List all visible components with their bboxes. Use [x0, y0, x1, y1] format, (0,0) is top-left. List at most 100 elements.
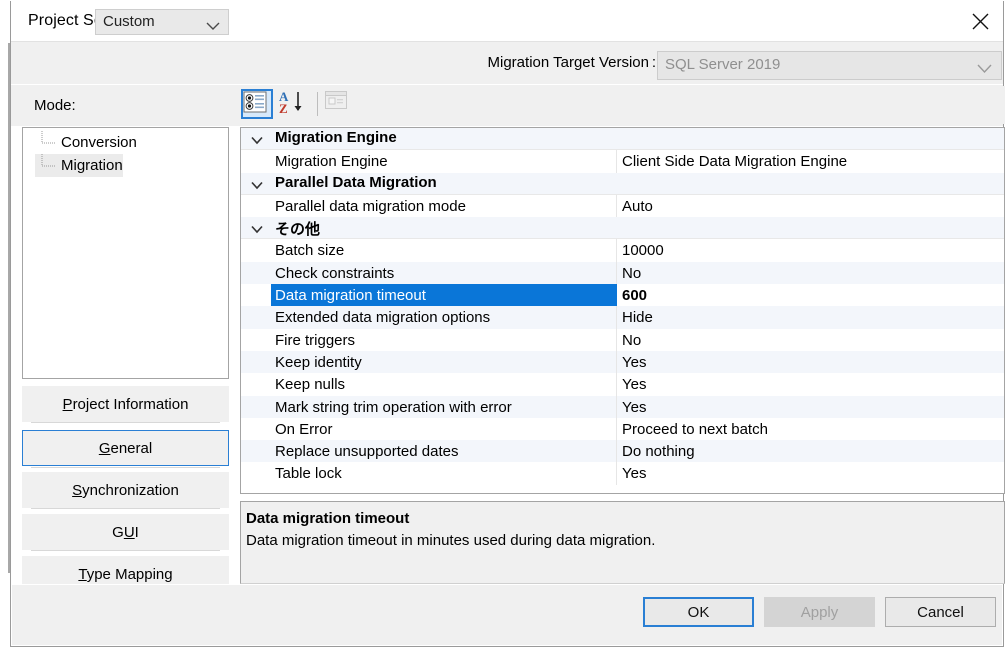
property-row[interactable]: Batch size 10000 — [241, 239, 1004, 261]
property-pages-button — [324, 89, 356, 119]
property-row[interactable]: Keep nulls Yes — [241, 373, 1004, 395]
property-name: Migration Engine — [275, 152, 388, 171]
settings-tab-list: Project Information General Synchronizat… — [22, 386, 229, 585]
property-row[interactable]: Data migration timeout 600 — [241, 284, 1004, 306]
target-version-combobox[interactable]: SQL Server 2019 — [657, 51, 1002, 80]
grid-column-splitter[interactable] — [616, 440, 617, 462]
property-row[interactable]: Replace unsupported dates Do nothing — [241, 440, 1004, 462]
tab-label: General — [99, 440, 152, 457]
grid-column-splitter[interactable] — [616, 262, 617, 284]
cancel-button[interactable]: Cancel — [885, 597, 996, 627]
property-name: Table lock — [275, 464, 342, 483]
property-name: Extended data migration options — [275, 308, 490, 327]
tab-divider — [31, 550, 220, 551]
mode-value: Custom — [103, 13, 155, 30]
tree-item-conversion[interactable]: Conversion — [35, 131, 137, 154]
tree-elbow-icon — [38, 131, 58, 154]
chevron-down-icon[interactable] — [250, 222, 264, 236]
property-name: Data migration timeout — [275, 286, 426, 305]
property-row[interactable]: Check constraints No — [241, 262, 1004, 284]
dialog-button-bar: OK Apply Cancel — [12, 584, 1002, 645]
property-category-row[interactable]: その他 — [241, 217, 1004, 239]
grid-column-splitter[interactable] — [616, 239, 617, 261]
chevron-down-icon — [977, 61, 992, 78]
tab-divider — [31, 467, 220, 468]
grid-column-splitter[interactable] — [616, 462, 617, 484]
property-value[interactable]: Yes — [622, 353, 646, 372]
sort-az-icon: A Z — [279, 102, 309, 119]
property-grid[interactable]: Migration Engine Migration Engine Client S… — [240, 127, 1005, 494]
property-name: Check constraints — [275, 264, 394, 283]
description-title: Data migration timeout — [246, 510, 409, 527]
chevron-down-icon[interactable] — [250, 178, 264, 192]
property-row[interactable]: Migration Engine Client Side Data Migrati… — [241, 150, 1004, 172]
chevron-down-icon[interactable] — [250, 133, 264, 147]
target-version-value: SQL Server 2019 — [665, 56, 780, 73]
tree-item-migration[interactable]: Migration — [35, 154, 123, 177]
grid-column-splitter[interactable] — [616, 306, 617, 328]
property-row[interactable]: On Error Proceed to next batch — [241, 418, 1004, 440]
property-value[interactable]: Auto — [622, 197, 653, 216]
property-value[interactable]: No — [622, 264, 641, 283]
property-name: Batch size — [275, 241, 344, 260]
target-version-label: Migration Target Version — [488, 54, 649, 71]
tab-project-information[interactable]: Project Information — [22, 386, 229, 422]
grid-column-splitter[interactable] — [616, 373, 617, 395]
settings-tree[interactable]: Conversion Migration — [22, 127, 229, 379]
categorized-icon — [243, 100, 267, 117]
tab-synchronization[interactable]: Synchronization — [22, 472, 229, 508]
tab-label: Type Mapping — [78, 566, 172, 583]
ok-button[interactable]: OK — [643, 597, 754, 627]
property-value[interactable]: Client Side Data Migration Engine — [622, 152, 847, 171]
property-value[interactable]: Hide — [622, 308, 653, 327]
property-row[interactable]: Parallel data migration mode Auto — [241, 195, 1004, 217]
property-value[interactable]: Proceed to next batch — [622, 420, 768, 439]
grid-column-splitter[interactable] — [616, 351, 617, 373]
tree-item-label: Migration — [61, 157, 123, 174]
property-value[interactable]: Yes — [622, 375, 646, 394]
property-value[interactable]: 10000 — [622, 241, 664, 260]
property-value[interactable]: 600 — [622, 286, 647, 305]
categorized-view-button[interactable] — [241, 89, 273, 119]
property-name: Replace unsupported dates — [275, 442, 458, 461]
property-row[interactable]: Table lock Yes — [241, 462, 1004, 484]
close-button[interactable] — [957, 1, 1003, 41]
property-value[interactable]: Yes — [622, 398, 646, 417]
tab-gui[interactable]: GUI — [22, 514, 229, 550]
property-row[interactable]: Extended data migration options Hide — [241, 306, 1004, 328]
property-value[interactable]: No — [622, 331, 641, 350]
property-category-row[interactable]: Migration Engine — [241, 128, 1004, 150]
tab-label: Synchronization — [72, 482, 179, 499]
mode-combobox[interactable]: Custom — [95, 9, 229, 35]
property-value[interactable]: Yes — [622, 464, 646, 483]
property-category-label: その他 — [275, 218, 320, 239]
property-row[interactable]: Keep identityYes — [241, 351, 1004, 373]
grid-column-splitter[interactable] — [616, 195, 617, 217]
property-name: Keep nulls — [275, 375, 345, 394]
property-name: Mark string trim operation with error — [275, 398, 512, 417]
grid-column-splitter[interactable] — [616, 418, 617, 440]
property-value[interactable]: Do nothing — [622, 442, 695, 461]
tab-label: Project Information — [63, 396, 189, 413]
property-name: On Error — [275, 420, 333, 439]
property-name: Fire triggers — [275, 331, 355, 350]
alphabetical-sort-button[interactable]: A Z — [279, 89, 311, 119]
grid-column-splitter[interactable] — [616, 284, 617, 306]
mode-label: Mode: — [34, 97, 76, 114]
apply-button: Apply — [764, 597, 875, 627]
chevron-down-icon — [206, 18, 220, 35]
property-row[interactable]: Fire triggers No — [241, 329, 1004, 351]
grid-column-splitter[interactable] — [616, 396, 617, 418]
property-name: Parallel data migration mode — [275, 197, 466, 216]
grid-column-splitter[interactable] — [616, 150, 617, 172]
grid-column-splitter[interactable] — [616, 329, 617, 351]
tab-general[interactable]: General — [22, 430, 229, 466]
tab-label: GUI — [112, 524, 139, 541]
tree-item-label: Conversion — [61, 134, 137, 151]
tab-divider — [31, 422, 220, 423]
project-settings-dialog: Project Settings Migration Target Versio… — [10, 1, 1004, 647]
property-category-row[interactable]: Parallel Data Migration — [241, 173, 1004, 195]
property-row[interactable]: Mark string trim operation with error Yes — [241, 396, 1004, 418]
close-icon — [972, 13, 989, 30]
property-grid-toolbar: A Z — [240, 86, 1005, 124]
